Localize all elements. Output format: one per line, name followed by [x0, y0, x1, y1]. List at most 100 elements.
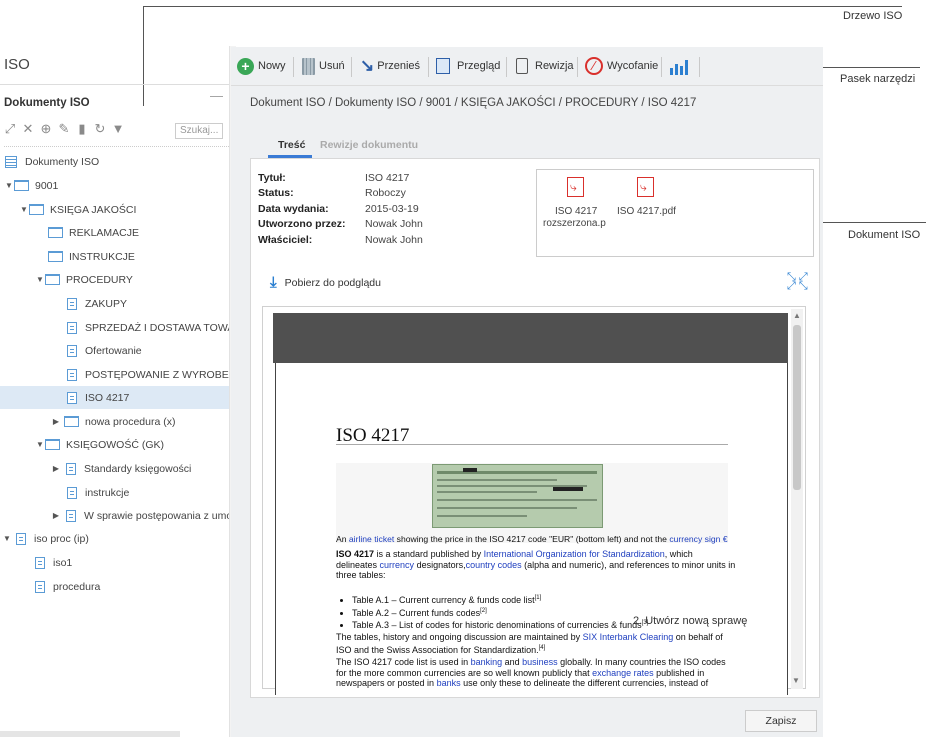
created-by-label: Utworzono przez:: [258, 218, 346, 230]
tab-content[interactable]: Treść: [278, 139, 305, 151]
pdf-file-icon[interactable]: [637, 177, 654, 197]
attachment-name[interactable]: ISO 4217.pdf: [617, 206, 676, 217]
list-item: Table A.1 – Current currency & funds cod…: [352, 593, 736, 606]
fullscreen-icon[interactable]: ⤡ ⤢ ⤢ ⤡: [787, 272, 808, 292]
refresh-icon[interactable]: ↻: [94, 122, 106, 135]
paragraph-intro: ISO 4217 is a standard published by Inte…: [336, 549, 736, 580]
left-divider: [0, 84, 229, 85]
folder-icon: [45, 439, 60, 450]
date-label: Data wydania:: [258, 203, 329, 215]
toolbar-separator: [661, 57, 662, 77]
new-button-label: Nowy: [258, 60, 286, 72]
delete-button-label: Usuń: [319, 60, 345, 72]
revision-button-label: Rewizja: [535, 60, 574, 72]
review-button[interactable]: Przegląd: [436, 47, 500, 85]
download-icon: ⤓: [270, 274, 277, 291]
filter-icon[interactable]: ▼: [112, 122, 125, 135]
add-circle-icon[interactable]: ⊕: [40, 122, 52, 135]
trash-icon: [302, 57, 315, 75]
trash-icon[interactable]: ▮: [76, 122, 88, 135]
move-button-label: Przenieś: [377, 60, 421, 72]
callout-tree-label: Drzewo ISO: [843, 10, 903, 22]
ticket-photo-graphic: [433, 465, 602, 527]
arrow-move-icon: ↘: [360, 56, 375, 75]
owner-label: Właściciel:: [258, 234, 313, 246]
caption-link[interactable]: airline ticket: [349, 534, 394, 544]
caret-right-icon[interactable]: ▶: [51, 417, 61, 426]
tree-node-label: Dokumenty ISO: [25, 155, 100, 168]
tree-node-iso1[interactable]: iso1: [0, 551, 264, 574]
reports-button[interactable]: [670, 47, 688, 85]
caret-down-icon[interactable]: ▼: [4, 181, 14, 190]
new-button[interactable]: + Nowy: [237, 47, 286, 85]
six-link[interactable]: SIX Interbank Clearing: [583, 632, 674, 642]
move-button[interactable]: ↘ Przenieś: [360, 47, 420, 85]
collapse-all-icon[interactable]: ✕: [22, 122, 34, 135]
tree-node-ksiegowosc[interactable]: ▼ KSIĘGOWOŚĆ (GK): [0, 433, 264, 456]
title-label: Tytuł:: [258, 172, 286, 184]
date-value: 2015-03-19: [365, 203, 419, 215]
viewer-scrollbar-thumb[interactable]: [793, 325, 801, 490]
toolbar-separator: [351, 57, 352, 77]
caret-down-icon[interactable]: ▼: [19, 205, 29, 214]
expand-all-icon[interactable]: ⤢: [4, 122, 16, 135]
revision-button[interactable]: Rewizja: [516, 47, 574, 85]
attachment-name-cont[interactable]: rozszerzona.p: [543, 218, 606, 229]
tree-node-root[interactable]: Dokumenty ISO: [0, 150, 234, 173]
caret-down-icon[interactable]: ▼: [35, 275, 45, 284]
scroll-down-icon[interactable]: ▼: [792, 676, 800, 685]
delete-button[interactable]: Usuń: [302, 47, 345, 85]
caret-right-icon[interactable]: ▶: [51, 464, 61, 473]
folder-icon: [48, 227, 63, 238]
tree-node-label: ISO 4217: [85, 391, 130, 404]
toolbar-separator: [293, 57, 294, 77]
tree-title: Dokumenty ISO: [4, 97, 90, 109]
toolbar-separator: [428, 57, 429, 77]
tab-revisions[interactable]: Rewizje dokumentu: [320, 139, 418, 151]
tree-node-label: instrukcje: [85, 486, 130, 499]
tree-node-procedura[interactable]: procedura: [0, 575, 264, 598]
main-toolbar: + Nowy Usuń ↘ Przenieś Przegląd Rewizja …: [231, 47, 823, 86]
tree-node-iso-proc[interactable]: ▼ iso proc (ip): [0, 527, 231, 550]
tree-horizontal-scrollbar[interactable]: [0, 731, 180, 737]
attachment-name[interactable]: ISO 4217: [555, 206, 597, 217]
prohibited-icon: ⁄: [585, 57, 603, 75]
document-icon: [67, 321, 77, 334]
owner-value: Nowak John: [365, 234, 423, 246]
caret-down-icon[interactable]: ▼: [35, 440, 45, 449]
country-codes-link[interactable]: country codes: [466, 560, 522, 570]
withdraw-button[interactable]: ⁄ Wycofanie: [585, 47, 658, 85]
document-icon: [67, 391, 77, 404]
edit-pencil-icon[interactable]: ✎: [58, 122, 70, 135]
save-button[interactable]: Zapisz: [745, 710, 817, 732]
paragraph-tables: The tables, history and ongoing discussi…: [336, 632, 723, 655]
status-label: Status:: [258, 187, 294, 199]
business-link[interactable]: business: [522, 657, 558, 667]
document-icon: [66, 509, 76, 522]
currency-link[interactable]: currency: [380, 560, 415, 570]
clipboard-icon: [516, 58, 528, 74]
caption-link[interactable]: currency sign €: [669, 534, 727, 544]
tree-node-ksiega-jakosci[interactable]: ▼ KSIĘGA JAKOŚCI: [0, 198, 248, 221]
toolbar-separator: [699, 57, 700, 77]
tree-node-label: iso proc (ip): [34, 532, 89, 545]
paragraph-usage: The ISO 4217 code list is used in bankin…: [336, 657, 726, 688]
pdf-file-icon[interactable]: [567, 177, 584, 197]
exchange-rates-link[interactable]: exchange rates: [592, 668, 654, 678]
scroll-up-icon[interactable]: ▲: [793, 311, 801, 320]
download-preview-link[interactable]: ⤓ Pobierz do podglądu: [270, 274, 381, 291]
iso-link[interactable]: International Organization for Standardi…: [484, 549, 665, 559]
app-title: ISO: [4, 56, 30, 73]
caret-right-icon[interactable]: ▶: [51, 511, 61, 520]
banking-link[interactable]: banking: [471, 657, 503, 667]
collapse-panel-icon[interactable]: —: [210, 88, 223, 103]
tree-search-input[interactable]: Szukaj...: [175, 123, 223, 139]
banks-link[interactable]: banks: [437, 678, 461, 688]
tree-node-9001[interactable]: ▼ 9001: [0, 174, 233, 197]
tree-node-procedury[interactable]: ▼ PROCEDURY: [0, 268, 264, 291]
plus-circle-icon: +: [237, 57, 254, 75]
folder-icon: [48, 251, 63, 262]
withdraw-button-label: Wycofanie: [607, 60, 659, 72]
tree-node-label: Standardy księgowości: [84, 462, 192, 475]
caret-down-icon[interactable]: ▼: [2, 534, 12, 543]
